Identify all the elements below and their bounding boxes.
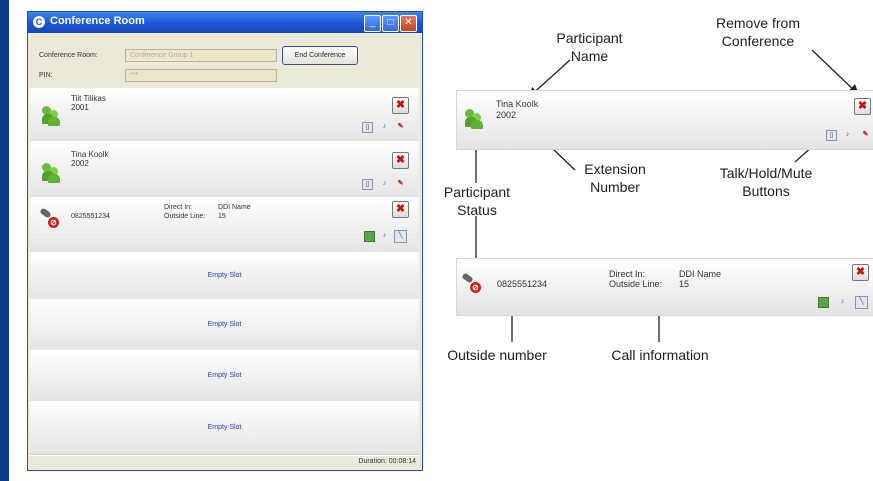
example-direct-value: DDI Name [679,269,722,279]
example-name: Tina Koolk [496,99,539,109]
callout-call-info: Call information [611,347,709,363]
callout-participant-name: Participant Name [556,30,623,64]
example-outside-label: Outside Line: [609,279,663,289]
hold-icon[interactable]: ▯ [826,130,837,141]
participant-talking-icon [465,109,483,129]
example-extension: 2002 [496,110,517,120]
talk-icon[interactable]: ♪ [843,130,852,139]
callout-status: Participant Status [443,184,511,218]
mute-icon[interactable]: ✎ [861,130,870,139]
hold-icon[interactable]: ♪ [838,297,847,306]
on-hold-phone-icon: ⊘ [461,272,482,293]
example-outside-value: 15 [679,279,690,289]
callout-remove: Remove from Conference [715,15,801,49]
arrow-remove [811,49,859,95]
remove-participant-button[interactable]: ✖ [852,264,869,281]
example-participant-row: Tina Koolk 2002 ✖ ▯ ♪ ✎ [456,90,873,150]
mute-icon[interactable]: ╲ [855,296,868,309]
callout-arrows [470,49,859,342]
callout-extension: Extension Number [584,161,646,195]
example-direct-label: Direct In: [609,269,646,279]
example-outside-call-row: ⊘ 0825551234 Direct In: DDI Name Outside… [456,258,873,316]
remove-participant-button[interactable]: ✖ [854,98,871,115]
callout-talk-hold-mute: Talk/Hold/Mute Buttons [719,165,813,199]
example-outside-number: 0825551234 [497,279,548,289]
talk-icon[interactable] [818,297,829,308]
callout-outside-number: Outside number [447,347,547,363]
